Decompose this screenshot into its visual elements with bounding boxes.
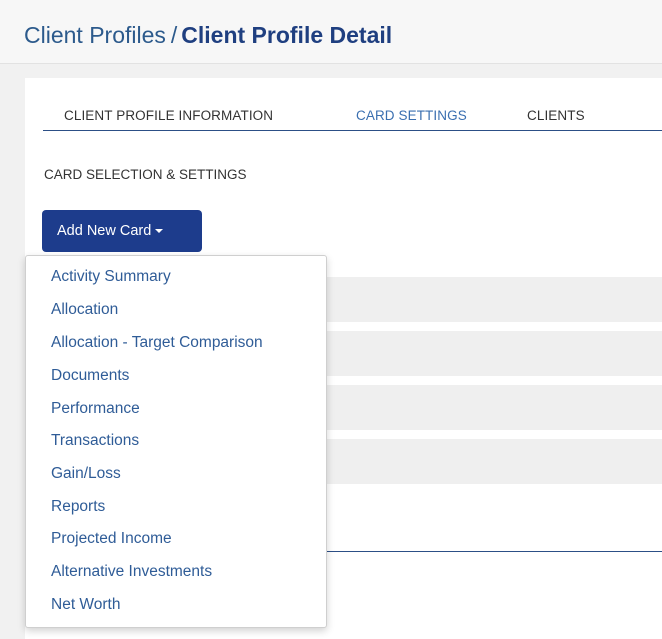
tab-bar: CLIENT PROFILE INFORMATION CARD SETTINGS… — [43, 106, 662, 131]
menu-item-allocation[interactable]: Allocation — [51, 301, 118, 319]
menu-item-performance[interactable]: Performance — [51, 400, 140, 418]
add-card-dropdown-menu: Activity Summary Allocation Allocation -… — [25, 255, 327, 628]
menu-item-reports[interactable]: Reports — [51, 498, 105, 516]
menu-item-net-worth[interactable]: Net Worth — [51, 596, 121, 614]
add-new-card-button[interactable]: Add New Card — [42, 210, 202, 252]
menu-item-alternative-investments[interactable]: Alternative Investments — [51, 563, 212, 581]
tab-clients[interactable]: CLIENTS — [527, 108, 585, 123]
add-new-card-label: Add New Card — [57, 223, 152, 239]
section-title: CARD SELECTION & SETTINGS — [44, 167, 247, 182]
menu-item-allocation-target-comparison[interactable]: Allocation - Target Comparison — [51, 334, 263, 352]
menu-item-projected-income[interactable]: Projected Income — [51, 530, 172, 548]
tab-client-profile-information[interactable]: CLIENT PROFILE INFORMATION — [64, 108, 273, 123]
menu-item-documents[interactable]: Documents — [51, 367, 129, 385]
menu-item-gain-loss[interactable]: Gain/Loss — [51, 465, 121, 483]
tab-card-settings[interactable]: CARD SETTINGS — [356, 108, 467, 123]
page-title: Client Profile Detail — [181, 22, 393, 48]
menu-item-transactions[interactable]: Transactions — [51, 432, 139, 450]
breadcrumb-separator: / — [170, 22, 178, 48]
breadcrumb: Client Profiles / Client Profile Detail — [24, 22, 392, 49]
menu-item-activity-summary[interactable]: Activity Summary — [51, 268, 171, 286]
caret-down-icon — [155, 229, 164, 234]
breadcrumb-parent-link[interactable]: Client Profiles — [24, 22, 166, 48]
page-header: Client Profiles / Client Profile Detail — [0, 0, 662, 64]
